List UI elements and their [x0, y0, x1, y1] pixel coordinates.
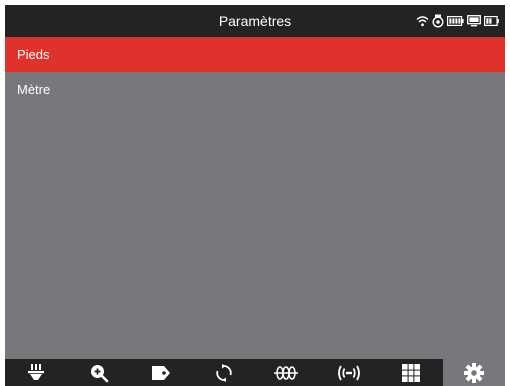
coil-icon — [273, 363, 299, 383]
tag-icon — [150, 363, 172, 383]
wifi-icon — [416, 15, 429, 27]
option-label: Mètre — [17, 82, 51, 97]
monitor-icon — [467, 15, 481, 27]
title-bar: Paramètres — [5, 5, 505, 37]
rotate-icon — [214, 363, 234, 383]
grid-icon — [401, 363, 421, 383]
zoom-in-icon — [89, 363, 109, 383]
zoom-button[interactable] — [68, 359, 131, 386]
signal-button[interactable] — [318, 359, 381, 386]
status-bar — [416, 13, 499, 29]
settings-gear-icon — [463, 362, 485, 384]
battery-half-icon — [484, 16, 499, 26]
tag-button[interactable] — [130, 359, 193, 386]
grid-button[interactable] — [380, 359, 443, 386]
units-list: Pieds Mètre — [5, 37, 505, 107]
bottom-toolbar — [5, 359, 505, 386]
signal-icon — [336, 363, 362, 383]
probe-light-icon — [26, 363, 46, 383]
option-label: Pieds — [17, 47, 50, 62]
probe-light-button[interactable] — [5, 359, 68, 386]
settings-button[interactable] — [442, 359, 505, 386]
app-frame: Paramètres Pieds Mètre — [5, 5, 505, 386]
camera-icon — [432, 14, 444, 28]
option-pieds[interactable]: Pieds — [5, 37, 505, 72]
rotate-button[interactable] — [193, 359, 256, 386]
option-metre[interactable]: Mètre — [5, 72, 505, 107]
coil-button[interactable] — [255, 359, 318, 386]
battery-full-icon — [447, 16, 464, 26]
